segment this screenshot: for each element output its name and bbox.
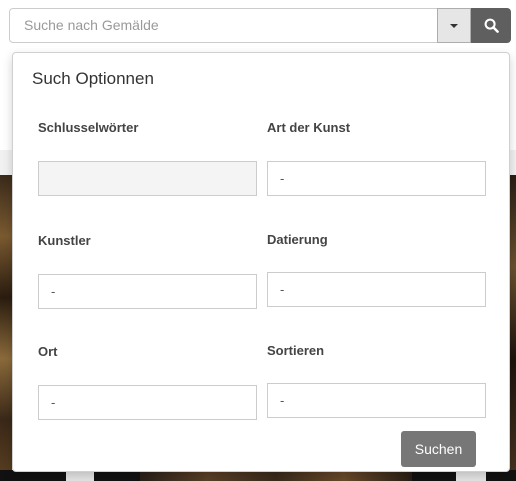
dating-label: Datierung bbox=[267, 232, 328, 247]
artist-label: Kunstler bbox=[38, 233, 91, 248]
submit-search-button[interactable]: Suchen bbox=[401, 431, 476, 467]
artist-select[interactable]: - bbox=[38, 274, 257, 309]
place-label: Ort bbox=[38, 344, 58, 359]
search-input[interactable]: Suche nach Gemälde bbox=[9, 8, 438, 43]
keywords-field[interactable] bbox=[38, 161, 257, 196]
search-options-panel: Such Optionnen Schlusselwörter Art der K… bbox=[12, 52, 510, 472]
sort-label: Sortieren bbox=[267, 343, 325, 358]
background-painting-left bbox=[0, 175, 12, 481]
keywords-label: Schlusselwörter bbox=[38, 120, 139, 135]
background-painting-right bbox=[509, 175, 516, 481]
search-options-toggle[interactable] bbox=[437, 8, 471, 43]
search-icon bbox=[484, 18, 499, 33]
place-select[interactable]: - bbox=[38, 385, 257, 420]
art-type-select[interactable]: - bbox=[267, 161, 486, 196]
art-type-label: Art der Kunst bbox=[267, 120, 351, 135]
panel-title: Such Optionnen bbox=[32, 69, 154, 88]
sort-select[interactable]: - bbox=[267, 383, 486, 418]
search-button[interactable] bbox=[471, 8, 511, 43]
chevron-down-icon bbox=[450, 23, 458, 28]
dating-select[interactable]: - bbox=[267, 272, 486, 307]
